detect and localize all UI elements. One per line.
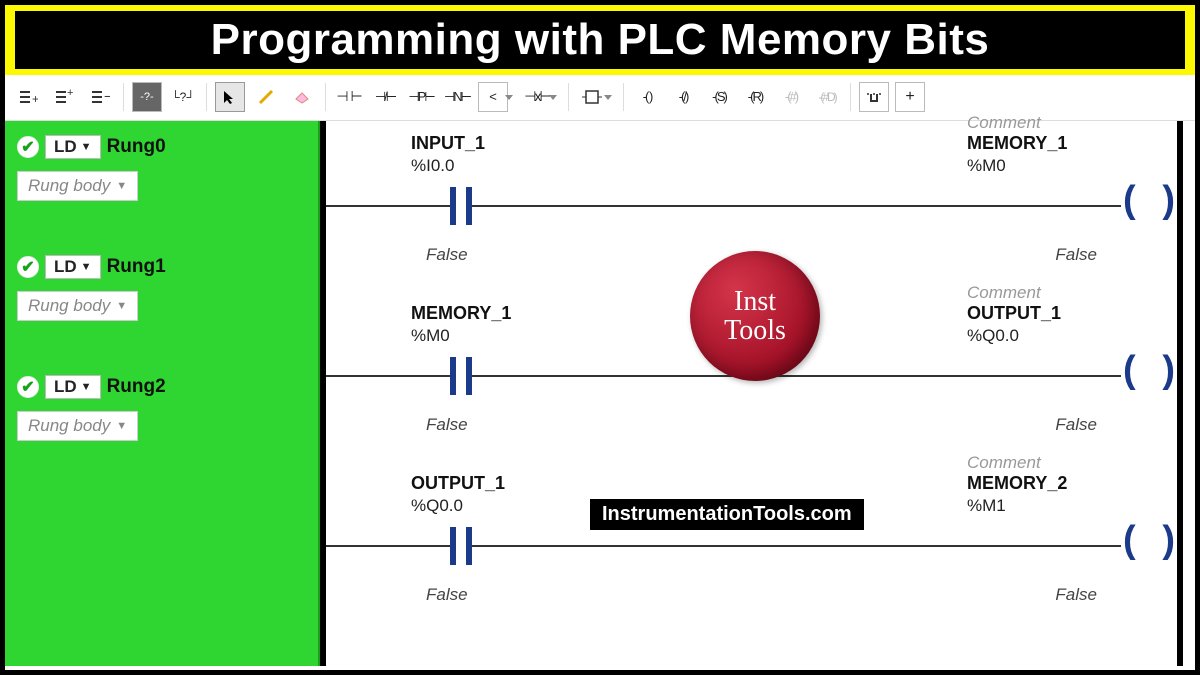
toolbar-separator xyxy=(325,83,326,111)
coil-address: %Q0.0 xyxy=(967,326,1137,346)
contact-state: False xyxy=(426,585,468,605)
app-frame: Programming with PLC Memory Bits + + − -… xyxy=(0,0,1200,675)
contact-state: False xyxy=(426,245,468,265)
contact-name: OUTPUT_1 xyxy=(411,473,591,494)
contact-address: %Q0.0 xyxy=(411,496,591,516)
contact-address: %I0.0 xyxy=(411,156,591,176)
compare-contact-icon[interactable]: < xyxy=(478,82,508,112)
logo-line2: Tools xyxy=(724,316,786,345)
toolbar-separator xyxy=(123,83,124,111)
rung-name: Rung1 xyxy=(107,256,166,278)
toolbar-separator xyxy=(568,83,569,111)
output-label-group: Comment MEMORY_2 %M1 xyxy=(967,453,1137,516)
nc-contact-icon[interactable]: ⊣/⊢ xyxy=(370,82,400,112)
language-selector[interactable]: LD▼ xyxy=(45,135,101,159)
function-block-icon[interactable] xyxy=(577,82,607,112)
ladder-editor[interactable]: INPUT_1 %I0.0 False Comment MEMORY_1 %M0… xyxy=(320,121,1195,666)
output-coil-icon[interactable]: () xyxy=(1121,185,1177,225)
contact-name: INPUT_1 xyxy=(411,133,591,154)
rung-block: ✔ LD▼ Rung1 Rung body▼ xyxy=(5,231,318,351)
check-icon: ✔ xyxy=(17,256,39,278)
coil-icon[interactable]: -( ) xyxy=(632,82,662,112)
comment-block-icon[interactable]: └?┘ xyxy=(168,82,198,112)
rising-edge-icon[interactable]: ⊣P⊢ xyxy=(406,82,436,112)
coil-name: MEMORY_2 xyxy=(967,473,1137,494)
language-selector[interactable]: LD▼ xyxy=(45,375,101,399)
check-icon: ✔ xyxy=(17,136,39,158)
rung-body-button[interactable]: Rung body▼ xyxy=(17,171,138,201)
coil-state: False xyxy=(1055,585,1097,605)
neg-coil-icon[interactable]: -(/) xyxy=(668,82,698,112)
output-coil-icon[interactable]: () xyxy=(1121,355,1177,395)
language-selector[interactable]: LD▼ xyxy=(45,255,101,279)
input-label-group: INPUT_1 %I0.0 xyxy=(411,133,591,176)
comment-line-icon[interactable]: -?- xyxy=(132,82,162,112)
no-contact-icon[interactable]: ⊣ ⊢ xyxy=(334,82,364,112)
coil-address: %M1 xyxy=(967,496,1137,516)
output-label-group: Comment MEMORY_1 %M0 xyxy=(967,113,1137,176)
contact-name: MEMORY_1 xyxy=(411,303,591,324)
pointer-icon[interactable] xyxy=(215,82,245,112)
reset-coil-icon[interactable]: -(R) xyxy=(740,82,770,112)
site-banner: InstrumentationTools.com xyxy=(590,499,864,530)
rung-header[interactable]: ✔ LD▼ Rung2 xyxy=(17,375,308,399)
coil-address: %M0 xyxy=(967,156,1137,176)
toolbar-separator xyxy=(206,83,207,111)
rung-header[interactable]: ✔ LD▼ Rung0 xyxy=(17,135,308,159)
rung-body-button[interactable]: Rung body▼ xyxy=(17,291,138,321)
coil-state: False xyxy=(1055,245,1097,265)
rung-header[interactable]: ✔ LD▼ Rung1 xyxy=(17,255,308,279)
rung-sidebar: ✔ LD▼ Rung0 Rung body▼ ✔ LD▼ Rung1 Rung … xyxy=(5,121,320,666)
brand-logo: Inst Tools xyxy=(690,251,820,381)
rung-body-button[interactable]: Rung body▼ xyxy=(17,411,138,441)
xor-contact-icon[interactable]: ⊣x⊢ xyxy=(522,82,552,112)
numd-coil-icon[interactable]: -(#D) xyxy=(812,82,842,112)
toolbar-separator xyxy=(623,83,624,111)
comment-label: Comment xyxy=(967,283,1137,303)
contact-state: False xyxy=(426,415,468,435)
coil-name: OUTPUT_1 xyxy=(967,303,1137,324)
svg-text:−: − xyxy=(104,88,110,104)
rung-name: Rung2 xyxy=(107,376,166,398)
output-coil-icon[interactable]: () xyxy=(1121,525,1177,565)
power-rail-right xyxy=(1177,121,1183,666)
no-contact-icon[interactable] xyxy=(436,521,486,571)
input-label-group: MEMORY_1 %M0 xyxy=(411,303,591,346)
coil-state: False xyxy=(1055,415,1097,435)
branch-icon[interactable] xyxy=(859,82,889,112)
no-contact-icon[interactable] xyxy=(436,181,486,231)
svg-text:+: + xyxy=(32,92,38,106)
page-title: Programming with PLC Memory Bits xyxy=(15,11,1185,69)
input-label-group: OUTPUT_1 %Q0.0 xyxy=(411,473,591,516)
output-label-group: Comment OUTPUT_1 %Q0.0 xyxy=(967,283,1137,346)
insert-rung-icon[interactable]: + xyxy=(13,82,43,112)
set-coil-icon[interactable]: -(S) xyxy=(704,82,734,112)
expand-icon[interactable]: + xyxy=(895,82,925,112)
comment-label: Comment xyxy=(967,453,1137,473)
num-coil-icon[interactable]: -(#) xyxy=(776,82,806,112)
toolbar-separator xyxy=(850,83,851,111)
insert-rung-above-icon[interactable]: + xyxy=(49,82,79,112)
rung-name: Rung0 xyxy=(107,136,166,158)
workspace: ✔ LD▼ Rung0 Rung body▼ ✔ LD▼ Rung1 Rung … xyxy=(5,121,1195,666)
check-icon: ✔ xyxy=(17,376,39,398)
rung-block: ✔ LD▼ Rung2 Rung body▼ xyxy=(5,351,318,471)
no-contact-icon[interactable] xyxy=(436,351,486,401)
contact-address: %M0 xyxy=(411,326,591,346)
falling-edge-icon[interactable]: ⊣N⊢ xyxy=(442,82,472,112)
eraser-icon[interactable] xyxy=(287,82,317,112)
svg-text:+: + xyxy=(67,87,73,99)
title-band: Programming with PLC Memory Bits xyxy=(5,5,1195,75)
draw-line-icon[interactable] xyxy=(251,82,281,112)
coil-name: MEMORY_1 xyxy=(967,133,1137,154)
delete-rung-icon[interactable]: − xyxy=(85,82,115,112)
logo-line1: Inst xyxy=(734,287,776,316)
comment-label: Comment xyxy=(967,113,1137,133)
rung-block: ✔ LD▼ Rung0 Rung body▼ xyxy=(5,129,318,231)
